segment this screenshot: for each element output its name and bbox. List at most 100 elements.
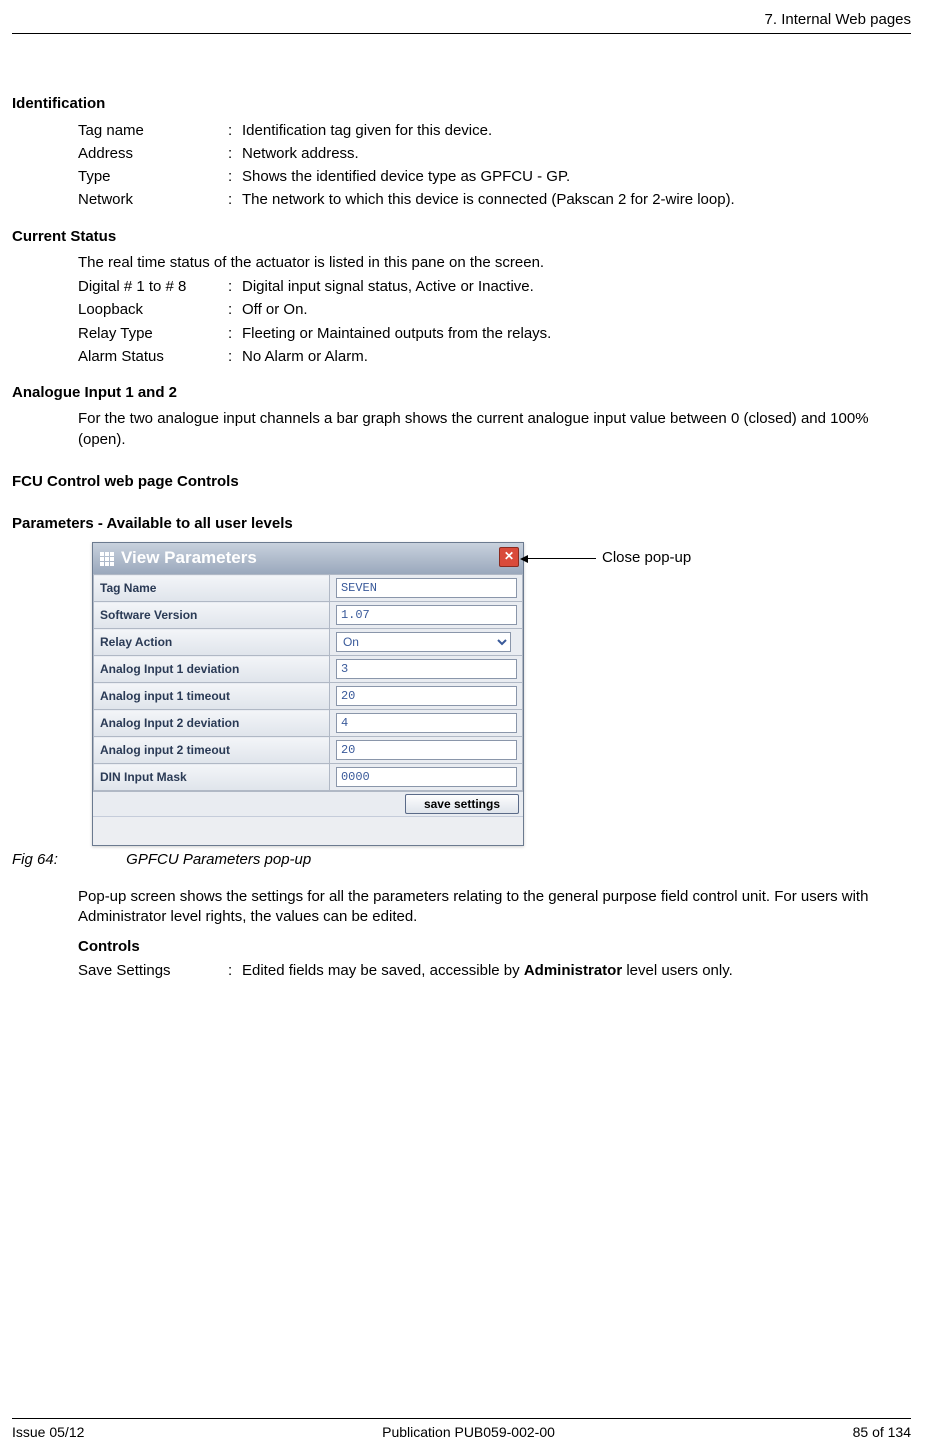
table-row: Analog input 2 timeout (94, 737, 523, 764)
param-input[interactable] (336, 713, 517, 733)
def-term: Relay Type (78, 324, 228, 344)
def-term: Alarm Status (78, 347, 228, 367)
param-label: Software Version (94, 602, 330, 629)
figure-caption-text: GPFCU Parameters pop-up (126, 851, 311, 868)
param-value-cell (329, 683, 522, 710)
colon: : (228, 277, 242, 297)
parameters-subheading: Parameters - Available to all user level… (12, 514, 911, 534)
desc-suffix: level users only. (622, 962, 733, 979)
footer-left: Issue 05/12 (12, 1423, 84, 1442)
popup-bottom-pad (93, 816, 523, 845)
param-select[interactable]: On (336, 632, 511, 652)
param-input[interactable] (336, 740, 517, 760)
colon: : (228, 121, 242, 141)
popup-titlebar: View Parameters ✕ (93, 543, 523, 574)
def-row: Address : Network address. (78, 144, 911, 164)
param-input[interactable] (336, 659, 517, 679)
header-section-title: 7. Internal Web pages (765, 11, 911, 28)
param-value-cell: On (329, 629, 522, 656)
def-term: Loopback (78, 300, 228, 320)
param-input[interactable] (336, 767, 517, 787)
table-row: Relay Action On (94, 629, 523, 656)
param-value-cell (329, 575, 522, 602)
analogue-heading: Analogue Input 1 and 2 (12, 383, 911, 403)
param-label: Tag Name (94, 575, 330, 602)
fcu-heading: FCU Control web page Controls (12, 472, 911, 492)
popup-title: View Parameters (121, 547, 257, 570)
param-input[interactable] (336, 686, 517, 706)
desc-prefix: Edited fields may be saved, accessible b… (242, 962, 524, 979)
def-term: Save Settings (78, 961, 228, 981)
colon: : (228, 324, 242, 344)
page-header: 7. Internal Web pages (12, 10, 911, 34)
current-status-list: Digital # 1 to # 8 : Digital input signa… (78, 277, 911, 367)
param-value-cell (329, 602, 522, 629)
save-settings-button[interactable]: save settings (405, 794, 519, 814)
parameters-table: Tag NameSoftware VersionRelay Action On An… (93, 574, 523, 791)
current-status-intro: The real time status of the actuator is … (78, 253, 911, 273)
def-desc: Fleeting or Maintained outputs from the … (242, 324, 911, 344)
colon: : (228, 190, 242, 210)
param-value-cell (329, 656, 522, 683)
figure-caption: Fig 64: GPFCU Parameters pop-up (12, 850, 911, 870)
table-row: Analog Input 2 deviation (94, 710, 523, 737)
param-label: Analog Input 2 deviation (94, 710, 330, 737)
def-row: Alarm Status : No Alarm or Alarm. (78, 347, 911, 367)
def-row: Type : Shows the identified device type … (78, 167, 911, 187)
colon: : (228, 167, 242, 187)
controls-subsection: Controls Save Settings : Edited fields m… (78, 937, 911, 982)
analogue-text: For the two analogue input channels a ba… (78, 409, 911, 450)
def-desc: Identification tag given for this device… (242, 121, 911, 141)
colon: : (228, 347, 242, 367)
def-desc: Off or On. (242, 300, 911, 320)
table-row: Tag Name (94, 575, 523, 602)
close-icon[interactable]: ✕ (499, 547, 519, 567)
def-desc: Network address. (242, 144, 911, 164)
figure-popup-area: View Parameters ✕ Tag NameSoftware Versi… (92, 542, 911, 846)
close-popup-annotation: Close pop-up (526, 548, 691, 568)
grid-icon (99, 551, 115, 567)
param-label: Analog input 1 timeout (94, 683, 330, 710)
def-row: Relay Type : Fleeting or Maintained outp… (78, 324, 911, 344)
table-row: Software Version (94, 602, 523, 629)
param-input[interactable] (336, 578, 517, 598)
def-row: Save Settings : Edited fields may be sav… (78, 961, 911, 981)
colon: : (228, 144, 242, 164)
param-value-cell (329, 764, 522, 791)
page-footer: Issue 05/12 Publication PUB059-002-00 85… (12, 1418, 911, 1442)
def-row: Digital # 1 to # 8 : Digital input signa… (78, 277, 911, 297)
def-desc: Edited fields may be saved, accessible b… (242, 961, 911, 981)
desc-bold: Administrator (524, 962, 622, 979)
def-desc: Shows the identified device type as GPFC… (242, 167, 911, 187)
view-parameters-popup: View Parameters ✕ Tag NameSoftware Versi… (92, 542, 524, 846)
param-label: Analog Input 1 deviation (94, 656, 330, 683)
identification-heading: Identification (12, 94, 911, 114)
footer-center: Publication PUB059-002-00 (382, 1423, 555, 1442)
def-desc: No Alarm or Alarm. (242, 347, 911, 367)
def-term: Network (78, 190, 228, 210)
def-term: Address (78, 144, 228, 164)
post-popup-paragraph: Pop-up screen shows the settings for all… (78, 887, 911, 928)
param-input[interactable] (336, 605, 517, 625)
def-term: Type (78, 167, 228, 187)
figure-number: Fig 64: (12, 850, 122, 870)
identification-list: Tag name : Identification tag given for … (78, 121, 911, 211)
annotation-text: Close pop-up (602, 548, 691, 568)
def-row: Network : The network to which this devi… (78, 190, 911, 210)
footer-right: 85 of 134 (853, 1423, 911, 1442)
def-row: Tag name : Identification tag given for … (78, 121, 911, 141)
def-desc: Digital input signal status, Active or I… (242, 277, 911, 297)
param-label: Relay Action (94, 629, 330, 656)
param-value-cell (329, 737, 522, 764)
def-row: Loopback : Off or On. (78, 300, 911, 320)
colon: : (228, 961, 242, 981)
controls-heading: Controls (78, 937, 911, 957)
colon: : (228, 300, 242, 320)
def-term: Tag name (78, 121, 228, 141)
param-label: Analog input 2 timeout (94, 737, 330, 764)
table-row: Analog Input 1 deviation (94, 656, 523, 683)
def-desc: The network to which this device is conn… (242, 190, 911, 210)
table-row: Analog input 1 timeout (94, 683, 523, 710)
table-row: DIN Input Mask (94, 764, 523, 791)
param-value-cell (329, 710, 522, 737)
